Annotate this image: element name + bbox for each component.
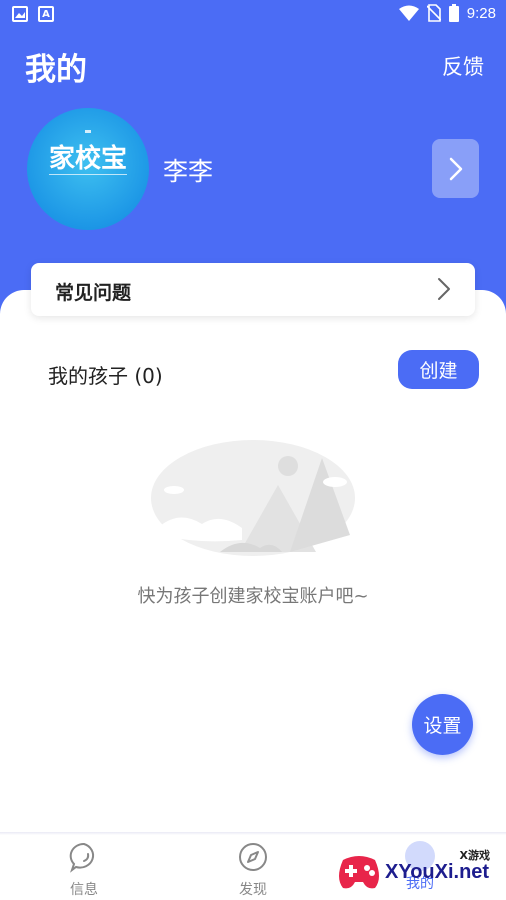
page-title: 我的 (25, 52, 87, 88)
chat-bubble-icon (69, 842, 95, 873)
avatar[interactable]: 家校宝 (27, 108, 149, 230)
user-name: 李李 (163, 157, 214, 186)
settings-fab[interactable]: 设置 (412, 694, 473, 755)
image-icon (12, 6, 28, 22)
feedback-button[interactable]: 反馈 (442, 51, 484, 81)
profile-detail-button[interactable] (432, 139, 479, 198)
faq-label: 常见问题 (55, 282, 132, 304)
chevron-right-icon (449, 157, 462, 180)
status-time: 9:28 (466, 4, 496, 22)
watermark-text: XYouXi.net (385, 861, 490, 883)
create-child-button[interactable]: 创建 (398, 350, 479, 389)
gamepad-logo-icon (339, 856, 379, 889)
wifi-icon (398, 5, 419, 21)
status-bar: A 9:28 (0, 0, 506, 30)
tab-info[interactable]: 信息 (44, 841, 124, 899)
battery-icon (448, 4, 459, 22)
empty-state-illustration (151, 440, 355, 556)
tab-info-label: 信息 (70, 882, 98, 898)
chevron-right-icon (438, 278, 450, 300)
children-section-title: 我的孩子 (0) (48, 364, 163, 388)
avatar-logo-text: 家校宝 (48, 144, 127, 174)
watermark: X游戏 XYouXi.net (335, 847, 500, 897)
compass-icon (239, 843, 267, 871)
faq-row[interactable]: 常见问题 (31, 263, 475, 316)
tab-discover-label: 发现 (239, 882, 267, 898)
logo-underline (49, 174, 127, 179)
logo-mark (85, 130, 91, 133)
no-sim-icon (426, 4, 441, 22)
empty-state-text: 快为孩子创建家校宝账户吧~ (137, 586, 369, 607)
a-badge-icon: A (38, 6, 54, 22)
tab-discover[interactable]: 发现 (213, 841, 293, 899)
